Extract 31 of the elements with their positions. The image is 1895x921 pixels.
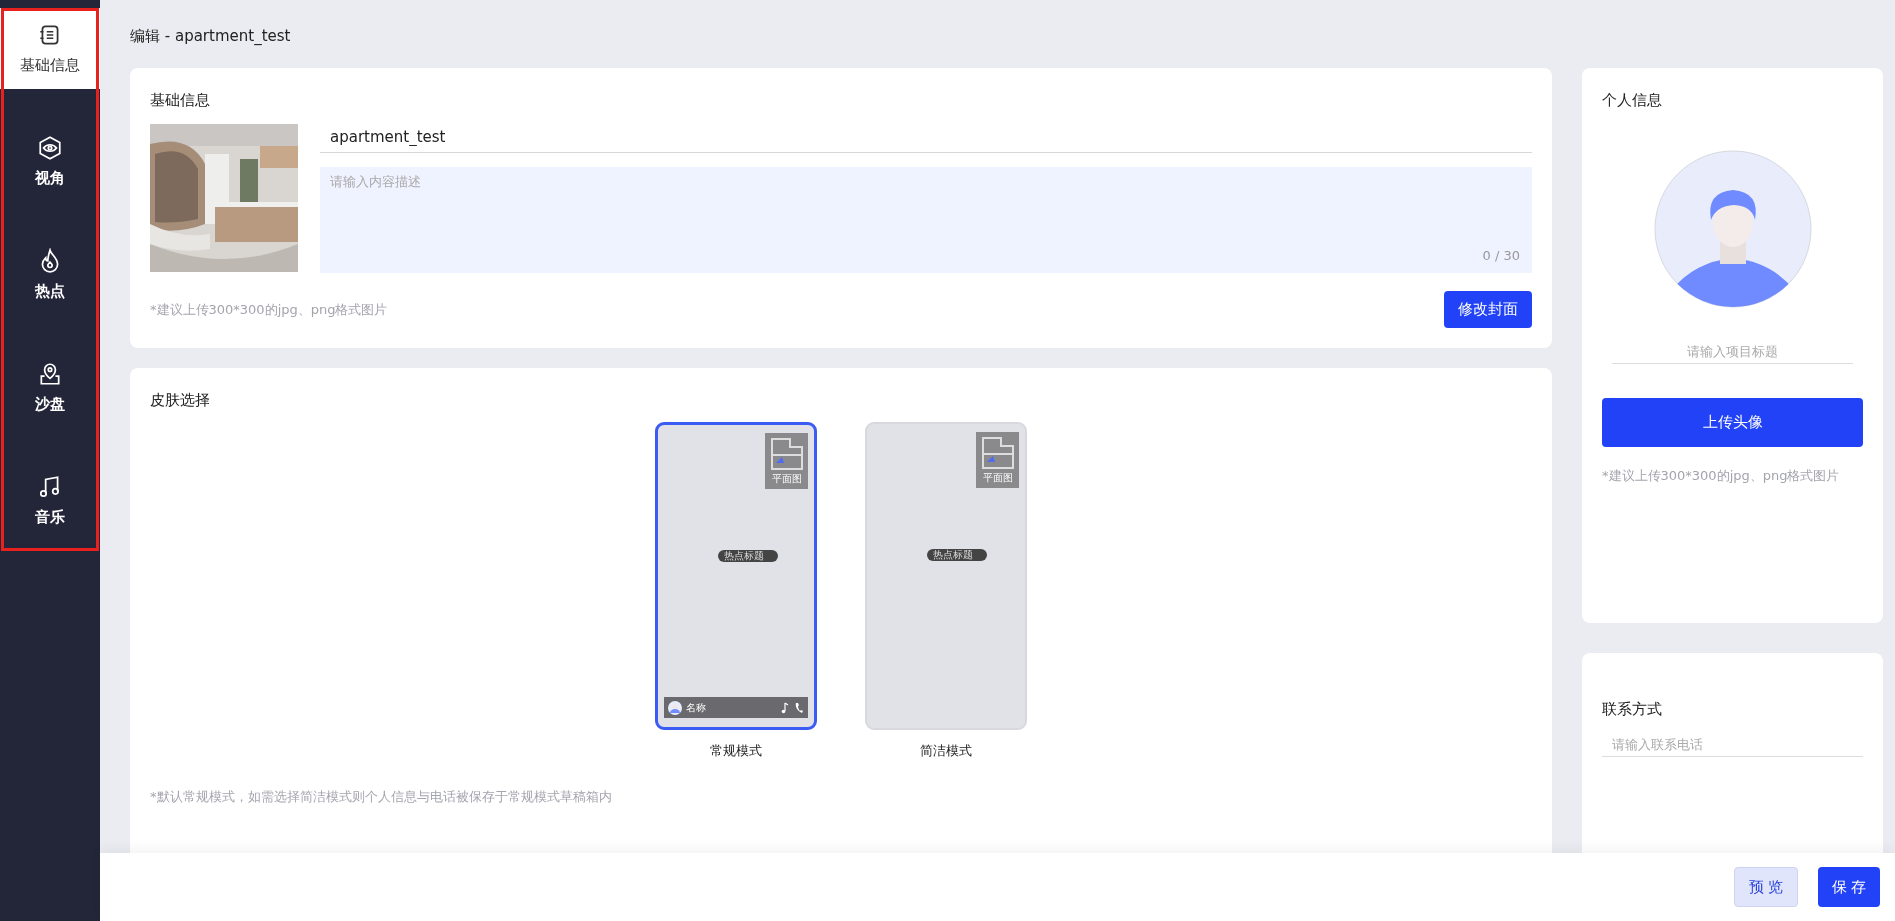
sidebar-item[interactable]: 视角 [0,121,100,202]
map-label: 平面图 [982,472,1013,484]
skin-label: 常规模式 [710,742,762,760]
change-cover-button[interactable]: 修改封面 [1444,291,1532,328]
save-button[interactable]: 保存 [1818,867,1880,907]
phone-icon [794,701,804,714]
preview-button[interactable]: 预览 [1734,867,1798,907]
sidebar-item[interactable]: 音乐 [0,460,100,541]
avatar-icon [668,700,682,715]
hotspot-label: 热点标题 [927,549,987,561]
card-title: 皮肤选择 [150,390,211,410]
hint-text: *建议上传300*300的jpg、png格式图片 [150,300,388,319]
sidebar-item[interactable]: 热点 [0,234,100,315]
eye-icon [37,135,63,161]
map-label: 平面图 [771,473,802,485]
hint-text: *建议上传300*300的jpg、png格式图片 [1602,467,1841,485]
music-note-icon [780,701,790,714]
upload-avatar-button[interactable]: 上传头像 [1602,398,1863,447]
skin-preview[interactable]: 平面图 热点标题 名称 [655,422,817,730]
character-counter: 0 / 30 [1482,248,1520,263]
sidebar-item[interactable]: 沙盘 [0,347,100,428]
note-text: *默认常规模式，如需选择简洁模式则个人信息与电话被保存于常规模式草稿箱内 [150,788,613,806]
name-label: 名称 [686,700,707,715]
card-title: 基础信息 [150,90,211,110]
card-title: 联系方式 [1602,699,1663,719]
card-title: 个人信息 [1602,90,1663,110]
hotspot-label: 热点标题 [718,550,778,562]
page-title: 编辑 - apartment_test [130,26,292,47]
skin-label: 简洁模式 [920,742,972,760]
location-pin-icon [37,361,63,387]
skin-preview[interactable]: 平面图 热点标题 [865,422,1027,730]
